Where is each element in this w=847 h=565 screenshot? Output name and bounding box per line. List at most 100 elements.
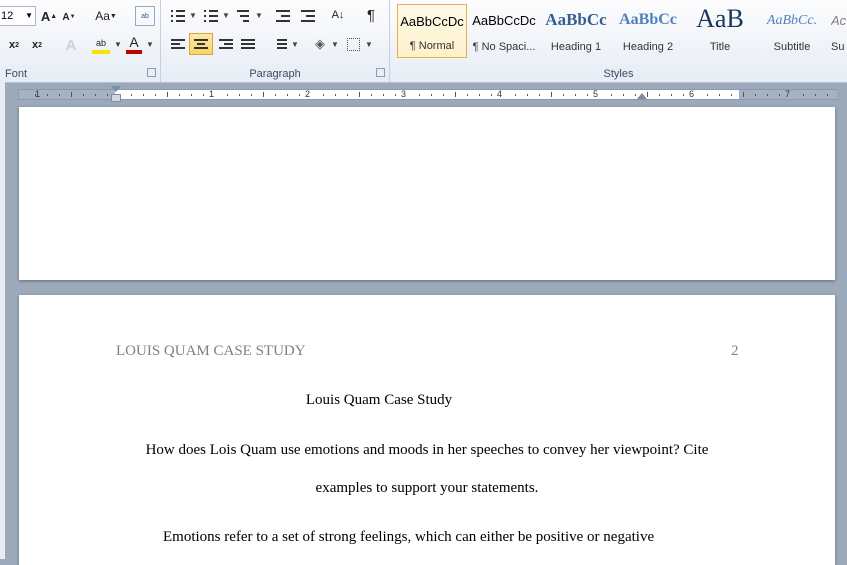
ruler-tick (167, 92, 168, 97)
font-group-label: Font (5, 68, 28, 80)
left-edge (0, 82, 5, 559)
left-indent-marker[interactable] (111, 94, 121, 102)
ruler-tick (395, 94, 396, 96)
align-left-icon[interactable] (171, 39, 185, 50)
ruler-tick (755, 94, 756, 96)
style-name: ¶ No Spaci... (472, 41, 536, 53)
style-sample: AaBbCcDc (400, 14, 464, 29)
ruler-tick (551, 92, 552, 97)
ruler-tick (431, 94, 432, 96)
superscript-icon[interactable]: x2 (29, 37, 45, 53)
ruler-tick (71, 92, 72, 97)
style-subtle-emphasis[interactable]: Ac Su (829, 4, 847, 58)
grow-font-icon[interactable]: A ▲ (41, 7, 57, 25)
font-dialog-launcher-icon[interactable] (147, 68, 156, 77)
chevron-down-icon[interactable]: ▼ (114, 40, 122, 49)
paragraph-dialog-launcher-icon[interactable] (376, 68, 385, 77)
ruler-tick (719, 94, 720, 96)
font-color-icon[interactable]: A (126, 34, 142, 50)
decrease-indent-icon[interactable] (276, 10, 290, 22)
highlight-icon[interactable]: ab (91, 35, 111, 51)
font-group: 12 ▼ A ▲ A ▼ Aa ▼ ab x2 x2 A ab ▼ A ▼ Font (0, 0, 161, 82)
ruler-tick (59, 94, 60, 96)
ruler-tick (611, 94, 612, 96)
shrink-font-icon[interactable]: A ▼ (62, 9, 76, 25)
justify-icon[interactable] (241, 39, 255, 50)
ruler-tick (143, 94, 144, 96)
style-sample: Ac (831, 13, 847, 28)
ruler-tick (191, 94, 192, 96)
ruler-tick (527, 94, 528, 96)
style-sample: AaBbCcDc (472, 13, 536, 28)
horizontal-ruler[interactable]: 1 1 2 3 4 5 6 7 (18, 86, 837, 102)
sort-icon[interactable]: A↓ (329, 6, 347, 24)
ruler-tick (743, 92, 744, 97)
ruler-tick (335, 94, 336, 96)
style-sample: AaBbCc (545, 10, 607, 29)
ruler-tick (287, 94, 288, 96)
ruler-tick (251, 94, 252, 96)
style-heading-2[interactable]: AaBbCc Heading 2 (613, 4, 683, 58)
align-center-button[interactable] (189, 33, 213, 55)
style-name: Subtitle (773, 41, 811, 53)
ruler-left-margin (19, 90, 115, 99)
ruler-tick (515, 94, 516, 96)
change-case-button[interactable]: Aa ▼ (93, 7, 119, 25)
page-1[interactable] (19, 107, 835, 280)
ruler-tick (347, 94, 348, 96)
ruler-tick (575, 94, 576, 96)
chevron-down-icon[interactable]: ▼ (222, 11, 230, 20)
chevron-down-icon[interactable]: ▼ (331, 40, 339, 49)
chevron-down-icon[interactable]: ▼ (146, 40, 154, 49)
chevron-down-icon[interactable]: ▼ (189, 11, 197, 20)
align-right-icon[interactable] (219, 39, 233, 50)
page-2[interactable]: LOUIS QUAM CASE STUDY 2 Louis Quam Case … (19, 295, 835, 565)
ruler-tick (683, 94, 684, 96)
chevron-down-icon[interactable]: ▼ (291, 40, 299, 49)
ruler-tick (467, 94, 468, 96)
ruler-tick (131, 94, 132, 96)
style-normal[interactable]: AaBbCcDc ¶ Normal (397, 4, 467, 58)
ruler-number: 1 (209, 89, 215, 99)
chevron-down-icon[interactable]: ▼ (365, 40, 373, 49)
ruler-tick (95, 94, 96, 96)
increase-indent-icon[interactable] (301, 10, 315, 22)
style-name: ¶ Normal (409, 40, 455, 52)
shading-icon[interactable]: ◈ (311, 35, 329, 53)
multilevel-list-icon[interactable] (237, 10, 251, 22)
ruler-tick (263, 92, 264, 97)
styles-group: AaBbCcDc ¶ Normal AaBbCcDc ¶ No Spaci...… (390, 0, 847, 82)
borders-icon[interactable] (347, 38, 360, 51)
chevron-down-icon[interactable]: ▼ (255, 11, 263, 20)
ruler-tick (491, 94, 492, 96)
ruler-tick (563, 94, 564, 96)
style-heading-1[interactable]: AaBbCc Heading 1 (541, 4, 611, 58)
ruler-tick (455, 92, 456, 97)
style-no-spacing[interactable]: AaBbCcDc ¶ No Spaci... (469, 4, 539, 58)
ruler-tick (539, 94, 540, 96)
ruler-tick (83, 94, 84, 96)
ruler-number: 7 (785, 89, 791, 99)
numbering-icon[interactable] (204, 10, 218, 22)
style-sample: AaBbCc. (766, 13, 818, 28)
style-title[interactable]: AaB Title (685, 4, 755, 58)
ruler-tick (359, 92, 360, 97)
subscript-icon[interactable]: x2 (6, 37, 22, 53)
line-spacing-icon[interactable] (273, 39, 287, 50)
ruler-tick (35, 94, 36, 96)
ruler-tick (227, 94, 228, 96)
ruler-tick (239, 94, 240, 96)
style-name: Su (831, 41, 845, 53)
clear-formatting-icon[interactable]: ab (135, 6, 155, 26)
style-subtitle[interactable]: AaBbCc. Subtitle (757, 4, 827, 58)
ribbon: 12 ▼ A ▲ A ▼ Aa ▼ ab x2 x2 A ab ▼ A ▼ Font … (0, 0, 847, 83)
font-size-box[interactable]: 12 ▼ (0, 6, 36, 26)
first-line-indent-marker[interactable] (111, 86, 121, 92)
ruler-tick (275, 94, 276, 96)
right-indent-marker[interactable] (637, 93, 647, 99)
show-formatting-icon[interactable]: ¶ (363, 6, 379, 24)
text-effects-icon[interactable]: A (61, 36, 81, 54)
paragraph-group: ▼ ▼ ▼ A↓ ¶ ▼ ◈ ▼ ▼ Paragraph (161, 0, 390, 82)
ruler-tick (419, 94, 420, 96)
bullets-icon[interactable] (171, 10, 185, 22)
